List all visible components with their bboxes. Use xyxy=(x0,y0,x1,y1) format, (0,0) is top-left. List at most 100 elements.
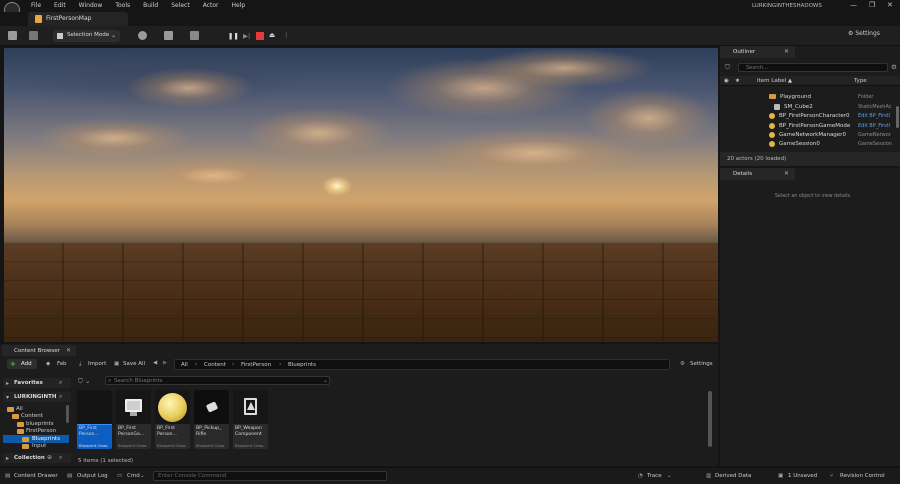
save-all-button[interactable]: Save All xyxy=(123,361,145,367)
asset-class: Blueprint Class xyxy=(196,443,225,448)
asset-tile[interactable]: BP_First PersonGa... Blueprint Class xyxy=(116,390,151,449)
cinematics-icon[interactable] xyxy=(190,31,199,40)
breadcrumb-firstperson[interactable]: FirstPerson xyxy=(241,362,271,368)
unsaved-button[interactable]: 1 Unsaved xyxy=(788,473,817,479)
asset-tile[interactable]: BP_Pickup_ Rifle Blueprint Class xyxy=(194,390,229,449)
settings-button[interactable]: ⚙ Settings xyxy=(848,30,880,37)
forward-icon[interactable]: ▶ xyxy=(163,360,167,366)
menu-file[interactable]: File xyxy=(31,2,41,9)
search-icon[interactable]: ⌕ xyxy=(59,393,62,401)
tab-firstpersonmap[interactable]: FirstPersonMap xyxy=(28,12,128,26)
derived-data-button[interactable]: Derived Data xyxy=(715,473,751,479)
close-icon[interactable]: ✕ xyxy=(784,48,789,55)
tab-content-browser[interactable]: Content Browser ✕ xyxy=(2,345,76,356)
tree-item-all[interactable]: All xyxy=(3,405,69,413)
import-button[interactable]: Import xyxy=(88,361,106,367)
outliner-scrollbar[interactable] xyxy=(896,106,899,128)
outliner-row[interactable]: BP_FirstPersonCharacter0 Edit BP_FirstI xyxy=(720,111,896,121)
menu-items: File Edit Window Tools Build Select Acto… xyxy=(31,2,258,9)
outliner-search-input[interactable]: Search... xyxy=(738,63,888,72)
minimize-icon[interactable]: — xyxy=(850,1,857,9)
menu-select[interactable]: Select xyxy=(171,2,190,9)
close-icon[interactable]: ✕ xyxy=(887,1,893,9)
tree-label: blueprints xyxy=(26,420,54,427)
row-label: GameNetworkManager0 xyxy=(779,131,846,138)
tab-outliner[interactable]: Outliner ✕ xyxy=(720,46,795,58)
add-button[interactable]: + Add xyxy=(7,359,37,369)
tree-item-blueprints[interactable]: Blueprints xyxy=(3,435,69,443)
tree-item-input[interactable]: Input xyxy=(3,443,69,451)
tab-details[interactable]: Details ✕ xyxy=(720,168,795,180)
asset-thumbnail xyxy=(77,390,112,425)
breadcrumb: All › Content › FirstPerson › Blueprints xyxy=(174,359,670,370)
breadcrumb-all[interactable]: All xyxy=(181,362,188,368)
menu-actor[interactable]: Actor xyxy=(203,2,219,9)
asset-tile[interactable]: BP_First Person... Blueprint Class xyxy=(77,390,112,449)
eject-icon[interactable]: ⏏ xyxy=(269,31,275,39)
search-icon[interactable]: ⌕ xyxy=(59,379,62,387)
menu-tools[interactable]: Tools xyxy=(115,2,130,9)
eye-icon: ◉ xyxy=(724,78,729,84)
row-label: BP_FirstPersonGameMode xyxy=(779,122,851,129)
column-item-label[interactable]: Item Label ▲ xyxy=(757,78,792,84)
asset-scrollbar[interactable] xyxy=(708,391,712,447)
fab-button[interactable]: Fab xyxy=(57,361,67,367)
content-icon[interactable] xyxy=(29,31,38,40)
blueprint-icon[interactable] xyxy=(164,31,173,40)
favorites-section[interactable]: ▸ Favorites ⌕ xyxy=(3,378,71,388)
cb-settings-button[interactable]: Settings xyxy=(690,361,713,367)
gear-icon[interactable]: ⚙ xyxy=(891,63,897,71)
menu-window[interactable]: Window xyxy=(79,2,103,9)
asset-tile[interactable]: BP_First Person... Blueprint Class xyxy=(155,390,190,449)
breadcrumb-content[interactable]: Content xyxy=(204,362,226,368)
derived-data-icon: ▥ xyxy=(706,473,712,479)
cmd-dropdown[interactable]: Cmd xyxy=(127,473,140,479)
selection-mode-dropdown[interactable]: Selection Mode ⌄ xyxy=(53,30,120,42)
output-log-button[interactable]: Output Log xyxy=(77,473,108,479)
asset-view: ⛉ ⌄ Search Blueprints ⌕ ⌄ BP_First Perso… xyxy=(75,374,715,466)
asset-tile[interactable]: BP_Weapon Component Blueprint Class xyxy=(233,390,268,449)
settings-label: Settings xyxy=(855,30,880,37)
add-collection-icon[interactable]: ⊕ xyxy=(47,454,52,461)
level-viewport[interactable] xyxy=(4,48,718,342)
collections-section[interactable]: ▸ Collection ⊕ ⌕ xyxy=(3,453,71,463)
back-icon[interactable]: ◀ xyxy=(153,360,157,366)
tree-item-content[interactable]: Content xyxy=(3,413,69,421)
filter-icon[interactable]: ⛉ xyxy=(725,63,730,72)
trace-button[interactable]: Trace xyxy=(647,473,662,479)
row-label: Playground xyxy=(780,93,811,100)
outliner-row[interactable]: Playground Folder xyxy=(720,92,896,102)
chevron-down-icon[interactable]: ⌄ xyxy=(323,377,328,384)
tree-item-blueprints-lower[interactable]: blueprints xyxy=(3,420,69,428)
save-icon[interactable] xyxy=(8,31,17,40)
pause-icon[interactable]: ❚❚ xyxy=(228,32,239,40)
breadcrumb-blueprints[interactable]: Blueprints xyxy=(288,362,316,368)
star-icon: ★ xyxy=(735,78,740,84)
asset-search-input[interactable]: Search Blueprints ⌕ ⌄ xyxy=(105,376,330,385)
stop-icon[interactable] xyxy=(256,32,264,40)
column-type[interactable]: Type xyxy=(854,78,867,84)
menu-edit[interactable]: Edit xyxy=(54,2,66,9)
menu-build[interactable]: Build xyxy=(143,2,158,9)
outliner-row[interactable]: GameSession0 GameSession xyxy=(720,139,896,149)
tree-scrollbar[interactable] xyxy=(66,405,69,423)
close-icon[interactable]: ✕ xyxy=(784,170,789,177)
level-icon xyxy=(35,15,42,23)
asset-name: BP_First PersonGa... xyxy=(118,426,145,437)
edit-blueprint-link[interactable]: Edit BP_FirstI xyxy=(858,123,898,129)
step-icon[interactable]: ▶| xyxy=(243,32,250,40)
tree-item-firstperson[interactable]: FirstPerson xyxy=(3,428,69,436)
filter-icon[interactable]: ⛉ ⌄ xyxy=(78,377,90,386)
close-icon[interactable]: ✕ xyxy=(66,347,71,354)
restore-icon[interactable]: ❐ xyxy=(869,1,875,9)
add-actor-icon[interactable] xyxy=(138,31,147,40)
project-section[interactable]: ▾ LURKINGINTH ⌕ xyxy=(3,392,71,402)
search-icon[interactable]: ⌕ xyxy=(59,454,62,462)
content-drawer-button[interactable]: Content Drawer xyxy=(14,473,58,479)
revision-control-button[interactable]: Revision Control xyxy=(840,473,885,479)
actor-icon xyxy=(769,132,775,138)
console-input[interactable]: Enter Console Command xyxy=(153,471,387,481)
edit-blueprint-link[interactable]: Edit BP_FirstI xyxy=(858,113,898,119)
menu-help[interactable]: Help xyxy=(232,2,246,9)
more-options-icon[interactable]: ⋮ xyxy=(283,31,290,39)
